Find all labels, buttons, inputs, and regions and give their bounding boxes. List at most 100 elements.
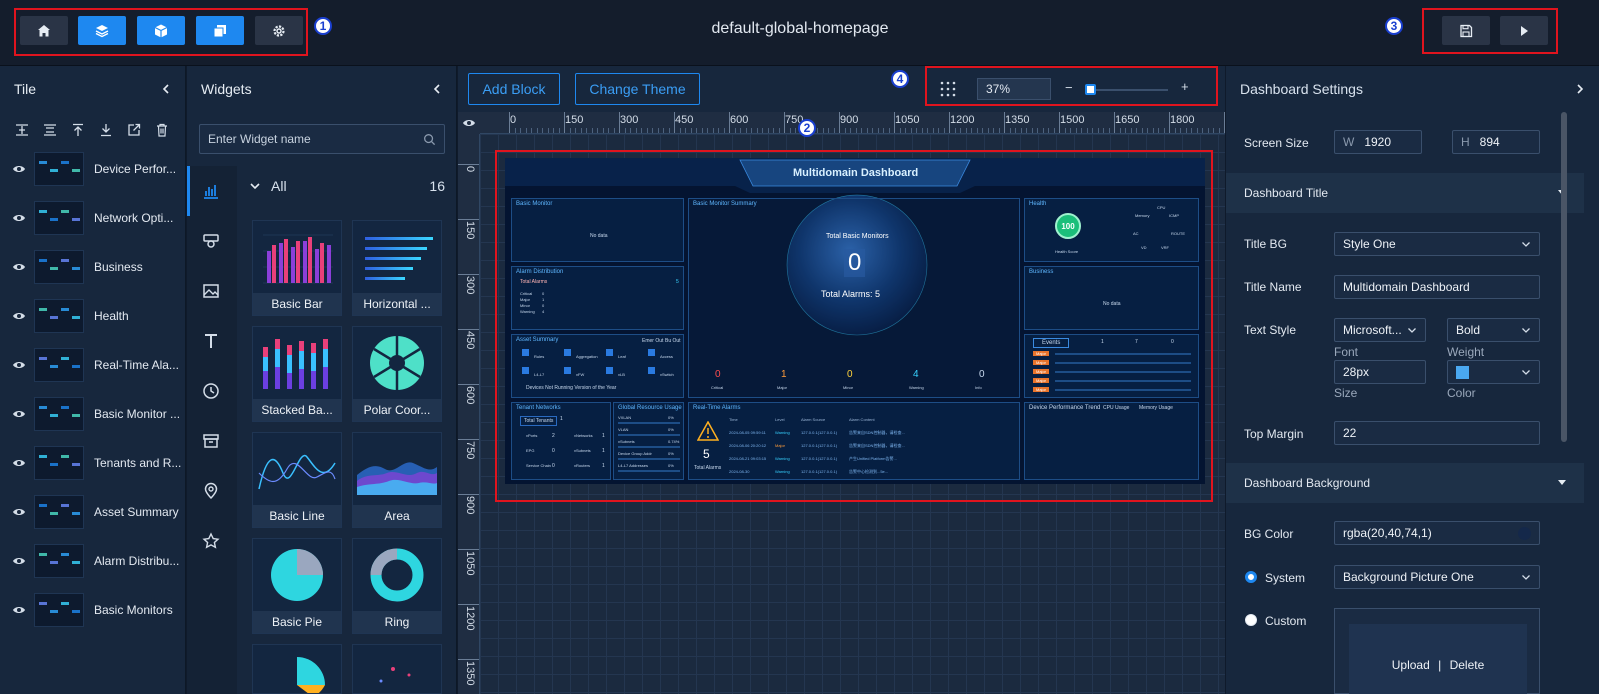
delete-link[interactable]: Delete <box>1450 658 1485 672</box>
weight-select[interactable]: Bold <box>1447 318 1540 342</box>
screen-height-input[interactable]: H 894 <box>1452 130 1540 154</box>
eye-icon[interactable] <box>12 507 26 517</box>
zoom-slider-track[interactable] <box>1086 89 1168 91</box>
tile-item[interactable]: Basic Monitors <box>0 585 185 634</box>
tile-item[interactable]: Health <box>0 291 185 340</box>
tile-item[interactable]: Network Opti... <box>0 193 185 242</box>
tile-item[interactable]: Tenants and R... <box>0 438 185 487</box>
layers-button[interactable] <box>78 16 126 45</box>
font-select[interactable]: Microsoft... <box>1334 318 1426 342</box>
widget-card-basic-bar[interactable]: Basic Bar <box>252 220 342 316</box>
dashboard-background-section[interactable]: Dashboard Background <box>1226 463 1584 503</box>
size-input[interactable]: 28px <box>1334 360 1426 384</box>
widget-search-input[interactable] <box>208 132 423 146</box>
move-up-icon[interactable] <box>70 122 86 138</box>
location-pin-icon[interactable] <box>201 481 221 501</box>
eye-icon[interactable] <box>12 556 26 566</box>
dashboard-preview[interactable]: Multidomain Dashboard Basic Monitor No d… <box>505 158 1205 484</box>
chevron-right-icon[interactable] <box>1575 84 1585 94</box>
top-margin-input[interactable]: 22 <box>1334 421 1540 445</box>
custom-radio[interactable] <box>1245 614 1257 626</box>
bg-color-input[interactable]: rgba(20,40,74,1) <box>1334 521 1540 545</box>
change-theme-button[interactable]: Change Theme <box>575 73 700 105</box>
widget-card-stacked-bar[interactable]: Stacked Ba... <box>252 326 342 422</box>
widget-card-partial-1[interactable] <box>252 644 342 694</box>
save-button[interactable] <box>1442 16 1490 45</box>
upload-link[interactable]: Upload <box>1392 658 1430 672</box>
tenant-networks-panel[interactable]: Tenant Networks Total Tenants 1 vPorts 2 v… <box>511 402 611 480</box>
eye-icon[interactable] <box>12 360 26 370</box>
align-center-vertical-icon[interactable] <box>14 122 30 138</box>
eye-icon[interactable] <box>12 213 26 223</box>
widget-card-partial-2[interactable] <box>352 644 442 694</box>
business-panel[interactable]: Business No data <box>1024 266 1199 330</box>
widget-card-area[interactable]: Area <box>352 432 442 528</box>
widget-card-basic-pie[interactable]: Basic Pie <box>252 538 342 634</box>
zoom-input[interactable]: 37% <box>977 78 1051 100</box>
screen-width-input[interactable]: W 1920 <box>1334 130 1422 154</box>
custom-background-upload-area[interactable]: Upload | Delete <box>1334 608 1540 694</box>
health-panel[interactable]: Health 100 Health Score CPU Memory ICMP AC R… <box>1024 198 1199 262</box>
eye-icon[interactable] <box>12 262 26 272</box>
bar-chart-icon[interactable] <box>201 181 221 201</box>
widget-card-polar-coordinate[interactable]: Polar Coor... <box>352 326 442 422</box>
title-name-input[interactable]: Multidomain Dashboard <box>1334 275 1540 299</box>
zoom-out-button[interactable]: − <box>1065 80 1073 95</box>
settings-button[interactable] <box>255 16 303 45</box>
tile-item[interactable]: Business <box>0 242 185 291</box>
widget-card-basic-line[interactable]: Basic Line <box>252 432 342 528</box>
events-panel[interactable]: Events 1 7 0 Major Major Major Major Major <box>1024 334 1199 398</box>
dashboard-title-section[interactable]: Dashboard Title <box>1226 173 1584 213</box>
settings-scrollbar[interactable] <box>1561 112 1567 442</box>
realtime-alarms-panel[interactable]: Real-Time Alarms 5 Total Alarms Time Leve… <box>688 402 1020 480</box>
tile-item[interactable]: Basic Monitor ... <box>0 389 185 438</box>
export-icon[interactable] <box>126 122 142 138</box>
widget-group-all[interactable]: All 16 <box>249 178 445 194</box>
align-center-horizontal-icon[interactable] <box>42 122 58 138</box>
play-button[interactable] <box>1500 16 1548 45</box>
image-icon[interactable] <box>201 281 221 301</box>
home-button[interactable] <box>20 16 68 45</box>
star-icon[interactable] <box>201 531 221 551</box>
title-bg-select[interactable]: Style One <box>1334 232 1540 256</box>
zoom-slider-handle[interactable] <box>1085 84 1096 95</box>
zoom-in-button[interactable]: + <box>1181 79 1189 94</box>
asset-item-icon <box>648 349 655 356</box>
color-select[interactable] <box>1447 360 1540 384</box>
alarm-distribution-panel[interactable]: Alarm Distribution Total Alarms 5 Critic… <box>511 266 684 330</box>
basic-monitor-summary-panel[interactable]: Basic Monitor Summary Total Basic Monito… <box>688 198 1020 398</box>
download-icon[interactable] <box>98 122 114 138</box>
eye-icon[interactable] <box>12 605 26 615</box>
cube-button[interactable] <box>137 16 185 45</box>
events-tab[interactable]: Events <box>1033 338 1070 348</box>
asset-summary-panel[interactable]: Asset Summary Emer Out Bu Out Devices No… <box>511 334 684 398</box>
system-background-select[interactable]: Background Picture One <box>1334 565 1540 589</box>
eye-icon[interactable] <box>12 311 26 321</box>
ruler-corner[interactable] <box>458 112 480 134</box>
add-block-button[interactable]: Add Block <box>468 73 560 105</box>
chevron-left-icon[interactable] <box>432 84 442 94</box>
clock-icon[interactable] <box>201 381 221 401</box>
eye-icon[interactable] <box>12 164 26 174</box>
tile-item[interactable]: Asset Summary <box>0 487 185 536</box>
tile-item[interactable]: Device Perfor... <box>0 144 185 193</box>
trash-icon[interactable] <box>154 122 170 138</box>
device-perf-panel[interactable]: Device Performance Trend CPU Usage Memor… <box>1024 402 1199 480</box>
camera-icon[interactable] <box>201 231 221 251</box>
eye-icon[interactable] <box>12 458 26 468</box>
chevron-left-icon[interactable] <box>161 84 171 94</box>
widget-card-ring[interactable]: Ring <box>352 538 442 634</box>
copy-button[interactable] <box>196 16 244 45</box>
widget-card-horizontal-bar[interactable]: Horizontal ... <box>352 220 442 316</box>
text-icon[interactable] <box>201 331 221 351</box>
box-icon[interactable] <box>201 431 221 451</box>
tile-item[interactable]: Real-Time Ala... <box>0 340 185 389</box>
search-icon[interactable] <box>423 133 436 146</box>
global-resource-panel[interactable]: Global Resource Usage VXLAN 0% VLAN 0% vSubn… <box>613 402 684 480</box>
eye-icon[interactable] <box>12 409 26 419</box>
basic-monitor-panel[interactable]: Basic Monitor No data <box>511 198 684 262</box>
bg-color-swatch[interactable] <box>1518 526 1531 540</box>
grid-icon[interactable] <box>939 80 957 98</box>
system-radio[interactable] <box>1245 571 1257 583</box>
tile-item[interactable]: Alarm Distribu... <box>0 536 185 585</box>
